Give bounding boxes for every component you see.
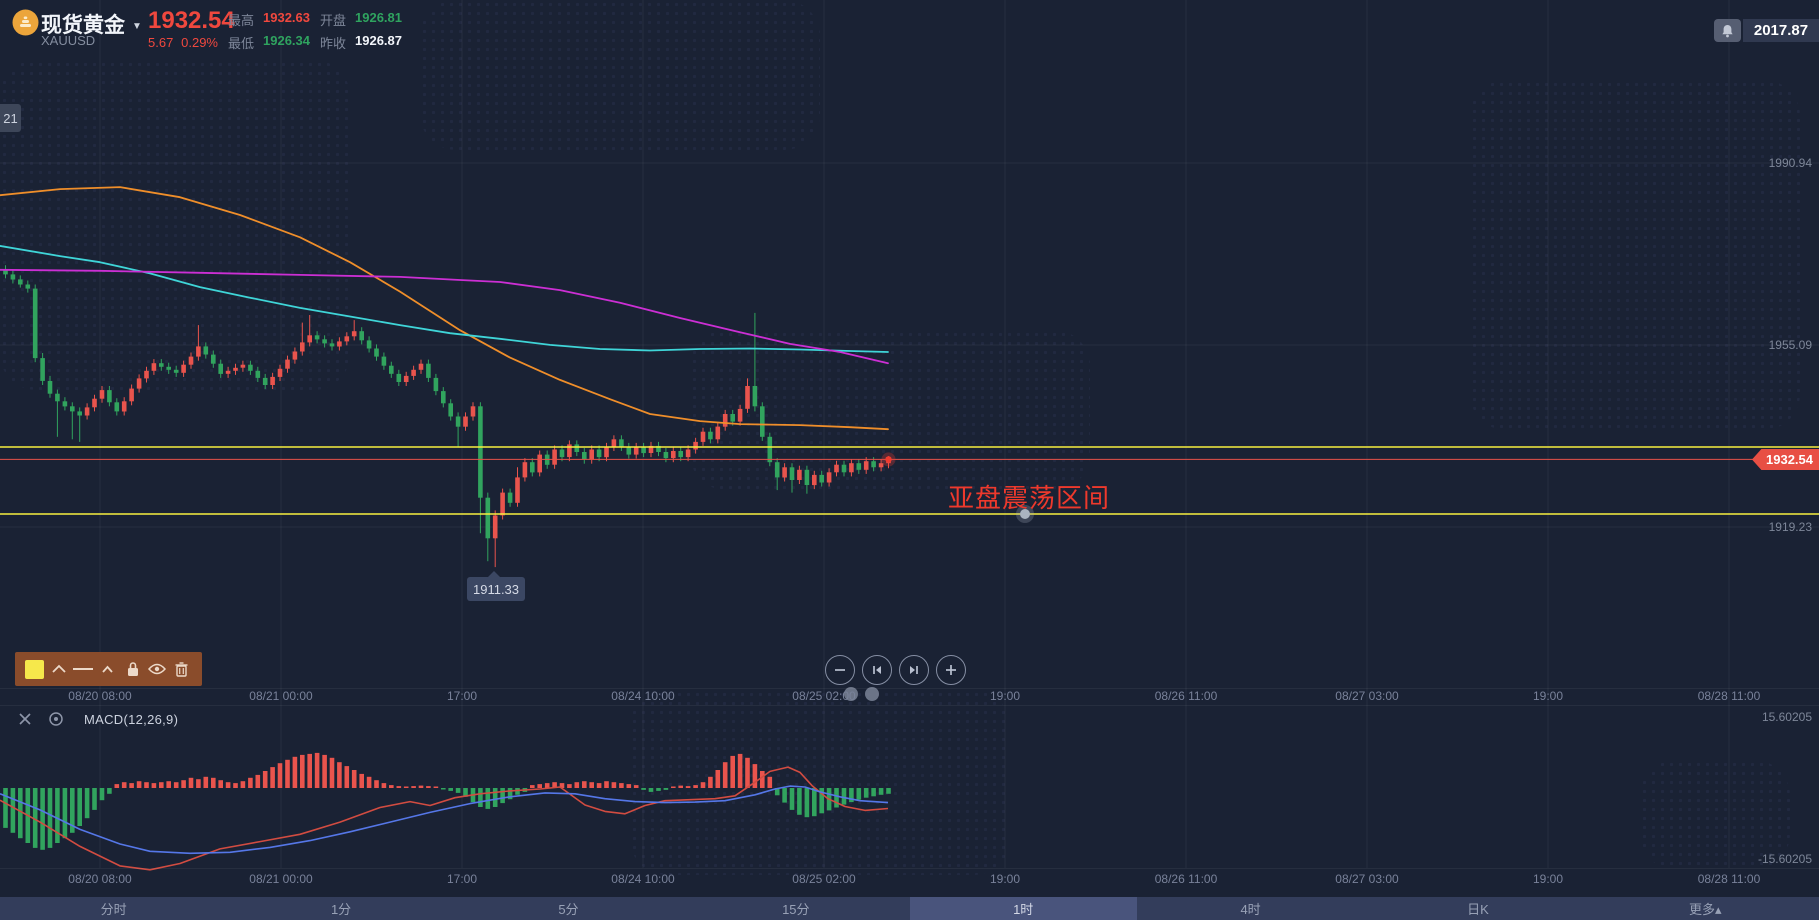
time-axis-label: 08/21 00:00 — [249, 872, 313, 886]
header: 现货黄金 ▼ XAUUSD 1932.54 5.67 0.29% 最高 1932.6… — [0, 0, 1819, 51]
low-price-tooltip: 1911.33 — [467, 571, 525, 601]
time-axis-label: 08/26 11:00 — [1154, 689, 1218, 703]
time-axis-label: 17:00 — [446, 689, 478, 703]
time-axis-label: 08/24 10:00 — [611, 872, 675, 886]
time-axis-label: 08/28 11:00 — [1697, 872, 1761, 886]
plus-button[interactable] — [936, 655, 966, 685]
price-axis-label: 1919.23 — [1768, 519, 1812, 534]
time-axis-label: 19:00 — [1532, 872, 1564, 886]
skip-end-icon — [907, 663, 921, 677]
time-axis-label: 08/26 11:00 — [1154, 872, 1218, 886]
macd-histogram — [3, 752, 891, 850]
macd-indicator-label[interactable]: MACD(12,26,9) — [84, 712, 178, 727]
drawing-toolbar — [15, 652, 202, 686]
stat-label: 开盘 — [320, 13, 347, 28]
chart-nav-buttons — [825, 655, 966, 685]
line-width-icon[interactable] — [73, 659, 94, 679]
bell-icon — [1722, 24, 1733, 37]
tab-15分[interactable]: 15分 — [682, 897, 909, 920]
skip-start-button[interactable] — [862, 655, 892, 685]
gear-icon — [49, 712, 63, 726]
macd-axis-divider — [0, 868, 1819, 869]
lock-icon[interactable] — [123, 659, 143, 679]
tab-4时[interactable]: 4时 — [1137, 897, 1364, 920]
minus-icon — [833, 663, 847, 677]
chevron-up-icon[interactable] — [49, 659, 69, 679]
eye-icon[interactable] — [147, 659, 167, 679]
time-axis-label: 08/20 08:00 — [68, 872, 132, 886]
macd-scale-max: 15.60205 — [1761, 710, 1812, 724]
time-axis-label: 17:00 — [446, 872, 478, 886]
timeframe-tabbar: 分时 1分 5分 15分 1时 4时 日K 更多▴ — [0, 897, 1819, 920]
chart-svg — [0, 0, 1819, 871]
skip-end-button[interactable] — [899, 655, 929, 685]
macd-scale-min: -15.60205 — [1757, 852, 1812, 866]
macd-dif-line — [0, 766, 889, 871]
time-axis-label: 08/28 11:00 — [1697, 689, 1761, 703]
time-axis-label: 08/27 03:00 — [1335, 872, 1399, 886]
alert-price-value[interactable]: 2017.87 — [1743, 19, 1819, 42]
macd-dea-line — [0, 785, 889, 855]
minus-button[interactable] — [825, 655, 855, 685]
indicator-settings-button[interactable] — [48, 711, 64, 727]
time-axis-label: 08/21 00:00 — [249, 689, 313, 703]
skip-start-icon — [870, 663, 884, 677]
stat-value: 1926.81 — [355, 10, 402, 25]
stat-label: 昨收 — [320, 36, 347, 51]
time-axis-label: 08/25 02:00 — [792, 689, 856, 703]
time-axis-label: 08/25 02:00 — [792, 872, 856, 886]
left-price-badge: 21 — [0, 104, 21, 132]
time-axis-label: 19:00 — [989, 872, 1021, 886]
plus-icon — [944, 663, 958, 677]
color-swatch-button[interactable] — [25, 659, 45, 679]
trading-app: { "header": { "symbol": "现货黄金", "code": … — [0, 0, 1819, 920]
chevron-down-icon: ▼ — [132, 21, 142, 32]
tab-5分[interactable]: 5分 — [455, 897, 682, 920]
tab-分时[interactable]: 分时 — [0, 897, 227, 920]
stat-value: 1926.87 — [355, 33, 402, 48]
macd-panel-divider — [0, 705, 1819, 706]
gridlines — [0, 0, 1819, 868]
change-pct: 0.29% — [181, 35, 218, 50]
time-axis-label: 08/20 08:00 — [68, 689, 132, 703]
axis-scroll-dot[interactable] — [865, 687, 879, 701]
current-price-tag: 1932.54 — [1752, 449, 1819, 470]
change-abs: 5.67 — [148, 35, 174, 50]
stat-value: 1932.63 — [263, 10, 310, 25]
stat-label: 最高 — [228, 13, 255, 28]
price-axis-label: 1990.94 — [1768, 156, 1812, 170]
price-axis-label: 1955.09 — [1768, 337, 1812, 352]
macd-header: MACD(12,26,9) — [0, 708, 178, 730]
chevron-up-small-icon[interactable] — [98, 659, 118, 679]
time-axis-label: 19:00 — [1532, 689, 1564, 703]
tab-1分[interactable]: 1分 — [227, 897, 454, 920]
time-axis-label: 08/27 03:00 — [1335, 689, 1399, 703]
trash-icon[interactable] — [172, 659, 192, 679]
symbol-code: XAUUSD — [41, 33, 96, 48]
tab-1时[interactable]: 1时 — [909, 897, 1137, 920]
time-axis-label: 08/24 10:00 — [611, 689, 675, 703]
close-indicator-button[interactable] — [18, 712, 32, 726]
tab-更多[interactable]: 更多▴ — [1592, 897, 1819, 920]
last-price: 1932.54 — [148, 7, 235, 34]
time-axis-label: 19:00 — [989, 689, 1021, 703]
price-change: 5.67 0.29% — [148, 35, 218, 50]
stat-label: 最低 — [228, 36, 255, 51]
candles-layer — [3, 265, 891, 568]
alert-bell-button[interactable] — [1714, 19, 1741, 42]
last-price-pulse-dot — [885, 456, 892, 463]
daily-stats: 最高 1932.63 开盘 1926.81 最低 1926.34 昨收 1926.87 — [228, 10, 425, 56]
stat-value: 1926.34 — [263, 33, 310, 48]
tab-日K[interactable]: 日K — [1364, 897, 1591, 920]
chart-annotation-text[interactable]: 亚盘震荡区间 — [948, 478, 1110, 515]
gold-coin-icon — [12, 9, 39, 36]
